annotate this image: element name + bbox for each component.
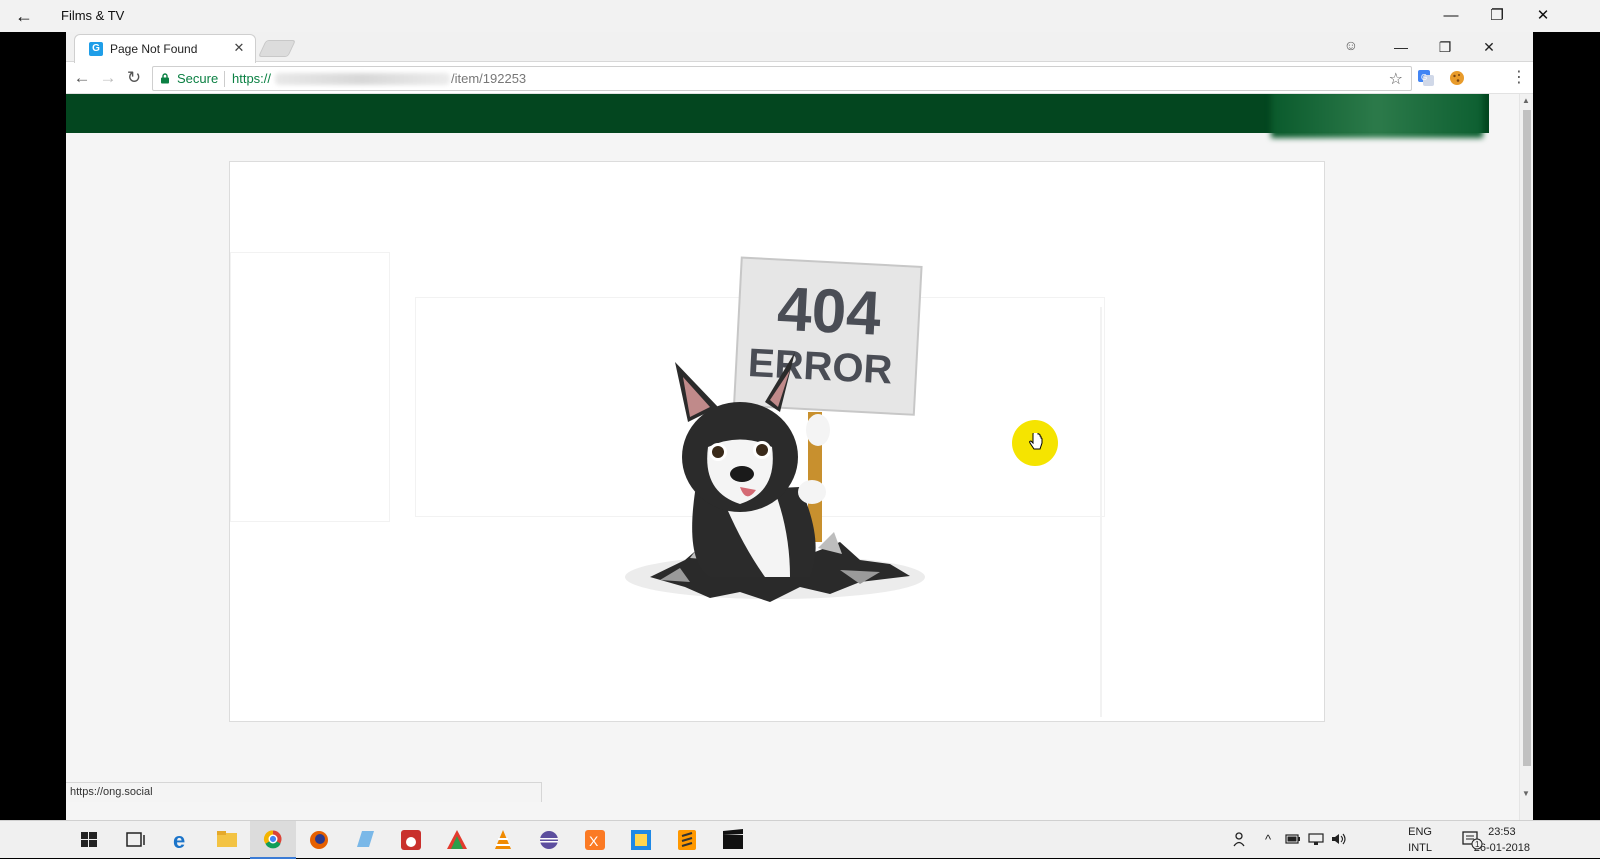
xampp-icon[interactable]: X bbox=[572, 821, 618, 859]
windows-taskbar: e X ^ ENG INTL 23:53 26-01-2018 1 bbox=[0, 820, 1600, 859]
app-title: Films & TV bbox=[61, 8, 125, 23]
page-viewport: 404 ERROR ▲ ▼ https://ong.social bbox=[66, 94, 1533, 820]
browser-close-button[interactable]: ✕ bbox=[1469, 34, 1509, 60]
app-back-button[interactable]: ← bbox=[12, 5, 36, 27]
hand-cursor-icon bbox=[1029, 433, 1043, 450]
file-explorer-icon[interactable] bbox=[204, 821, 250, 859]
network-icon[interactable] bbox=[1307, 832, 1325, 846]
scroll-thumb[interactable] bbox=[1523, 110, 1531, 766]
svg-text:e: e bbox=[173, 828, 185, 853]
app-titlebar: ← Films & TV — ❐ ✕ bbox=[0, 0, 1600, 32]
sublime-text-icon[interactable] bbox=[664, 821, 710, 859]
scroll-up-arrow[interactable]: ▲ bbox=[1522, 96, 1530, 105]
volume-icon[interactable] bbox=[1330, 832, 1348, 846]
browser-toolbar: ← → ↻ Secure https:// /item/192253 ☆ G ⋮ bbox=[66, 63, 1533, 94]
lang-code: ENG bbox=[1408, 826, 1432, 838]
action-center-icon[interactable]: 1 bbox=[1461, 830, 1483, 850]
lang-layout: INTL bbox=[1408, 842, 1432, 854]
ghost-divider bbox=[1100, 307, 1102, 717]
url-redacted-host bbox=[275, 73, 450, 85]
url-scheme: https:// bbox=[232, 71, 272, 86]
people-icon[interactable] bbox=[1233, 830, 1249, 848]
tab-strip: G Page Not Found ✕ ☺ — ❐ ✕ bbox=[66, 32, 1533, 63]
edge-browser-icon[interactable]: e bbox=[158, 821, 204, 859]
sign-error-text: ERROR bbox=[747, 341, 894, 393]
site-header bbox=[66, 94, 1489, 138]
films-tv-icon[interactable] bbox=[710, 821, 756, 859]
error-404-illustration: 404 ERROR bbox=[625, 256, 925, 602]
windows-start-icon[interactable] bbox=[66, 821, 112, 859]
notification-count: 1 bbox=[1475, 840, 1480, 849]
chevron-up-icon[interactable]: ^ bbox=[1265, 832, 1271, 847]
link-status-bubble: https://ong.social bbox=[66, 782, 542, 802]
browser-restore-button[interactable]: ❐ bbox=[1425, 34, 1465, 60]
svg-text:X: X bbox=[589, 833, 599, 849]
tab-title: Page Not Found bbox=[110, 42, 198, 56]
lock-icon bbox=[161, 73, 169, 84]
task-view-icon[interactable] bbox=[112, 821, 158, 859]
error-content-card: 404 ERROR bbox=[229, 161, 1325, 722]
back-button[interactable]: ← bbox=[70, 67, 94, 89]
app-red-icon[interactable] bbox=[388, 821, 434, 859]
scroll-down-arrow[interactable]: ▼ bbox=[1522, 789, 1530, 798]
secure-label: Secure bbox=[177, 71, 219, 86]
app-blue-square-icon[interactable] bbox=[618, 821, 664, 859]
vlc-icon[interactable] bbox=[480, 821, 526, 859]
omnibox-divider bbox=[224, 71, 225, 87]
sign-404-text: 404 bbox=[776, 275, 883, 349]
chrome-menu-icon[interactable]: ⋮ bbox=[1511, 67, 1527, 87]
language-indicator[interactable]: ENG INTL bbox=[1408, 824, 1432, 856]
header-redacted-logo bbox=[1271, 94, 1483, 138]
address-bar[interactable]: Secure https:// /item/192253 ☆ bbox=[152, 66, 1412, 91]
tab-page-not-found[interactable]: G Page Not Found ✕ bbox=[74, 34, 256, 63]
app-multicolor-icon[interactable] bbox=[434, 821, 480, 859]
forward-button[interactable]: → bbox=[96, 67, 120, 89]
app-minimize-button[interactable]: — bbox=[1428, 0, 1474, 32]
battery-icon[interactable] bbox=[1285, 833, 1301, 845]
chrome-taskbar-icon[interactable] bbox=[250, 821, 296, 859]
firefox-icon[interactable] bbox=[296, 821, 342, 859]
reload-button[interactable]: ↻ bbox=[122, 67, 146, 89]
svg-text:G: G bbox=[1421, 73, 1427, 82]
browser-window: G Page Not Found ✕ ☺ — ❐ ✕ ← → ↻ Secure … bbox=[66, 32, 1533, 820]
site-favicon-icon: G bbox=[89, 42, 103, 56]
eclipse-icon[interactable] bbox=[526, 821, 572, 859]
browser-minimize-button[interactable]: — bbox=[1381, 34, 1421, 60]
app-close-button[interactable]: ✕ bbox=[1520, 0, 1566, 32]
ghost-panel bbox=[230, 252, 390, 522]
bookmark-star-icon[interactable]: ☆ bbox=[1389, 69, 1403, 89]
letterbox-right bbox=[1533, 32, 1600, 820]
url-path: /item/192253 bbox=[451, 71, 527, 86]
page-scrollbar[interactable]: ▲ ▼ bbox=[1519, 94, 1533, 820]
translate-extension-icon[interactable]: G bbox=[1417, 69, 1435, 87]
app-restore-button[interactable]: ❐ bbox=[1474, 0, 1520, 32]
new-tab-button[interactable] bbox=[258, 40, 296, 57]
profile-icon[interactable]: ☺ bbox=[1344, 37, 1358, 53]
tab-close-icon[interactable]: ✕ bbox=[231, 40, 247, 56]
letterbox-left bbox=[0, 32, 66, 820]
notepad-icon[interactable] bbox=[342, 821, 388, 859]
cookie-extension-icon[interactable] bbox=[1448, 69, 1466, 87]
